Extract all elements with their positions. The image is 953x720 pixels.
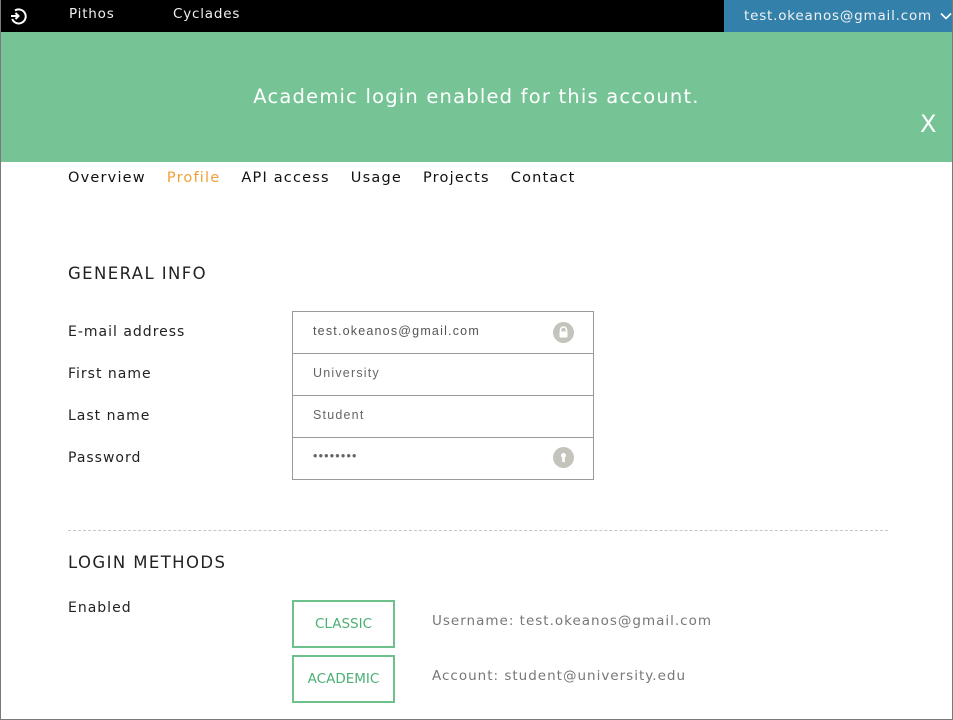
chevron-down-icon: [940, 10, 952, 22]
profile-tabs: Overview Profile API access Usage Projec…: [68, 170, 597, 186]
enabled-label: Enabled: [68, 600, 132, 616]
first-name-field[interactable]: University: [292, 353, 594, 396]
email-field: test.okeanos@gmail.com: [292, 311, 594, 354]
nav-pithos[interactable]: Pithos: [69, 6, 115, 22]
password-field: ••••••••: [292, 437, 594, 480]
user-email: test.okeanos@gmail.com: [744, 8, 932, 24]
tab-projects[interactable]: Projects: [423, 170, 490, 186]
last-name-field[interactable]: Student: [292, 395, 594, 438]
login-methods-heading: LOGIN METHODS: [68, 553, 227, 572]
general-info-heading: GENERAL INFO: [68, 264, 207, 283]
lock-icon: [553, 322, 574, 343]
success-banner: Academic login enabled for this account.…: [0, 32, 953, 162]
email-label: E-mail address: [68, 324, 186, 340]
logout-icon[interactable]: [8, 6, 28, 26]
first-name-value: University: [313, 366, 380, 380]
tab-overview[interactable]: Overview: [68, 170, 146, 186]
password-label: Password: [68, 450, 142, 466]
last-name-label: Last name: [68, 408, 151, 424]
banner-close-button[interactable]: X: [920, 110, 936, 138]
section-divider: [68, 530, 888, 531]
academic-login-button[interactable]: ACADEMIC: [292, 655, 395, 703]
tab-usage[interactable]: Usage: [351, 170, 402, 186]
last-name-value: Student: [313, 408, 365, 422]
academic-login-info: Account: student@university.edu: [432, 668, 687, 684]
nav-cyclades[interactable]: Cyclades: [173, 6, 240, 22]
first-name-label: First name: [68, 366, 152, 382]
password-value: ••••••••: [313, 449, 358, 463]
keyhole-icon[interactable]: [553, 447, 574, 468]
email-value: test.okeanos@gmail.com: [313, 324, 480, 338]
classic-login-button[interactable]: CLASSIC: [292, 600, 395, 648]
tab-contact[interactable]: Contact: [511, 170, 576, 186]
tab-profile[interactable]: Profile: [167, 170, 221, 186]
top-navbar: Pithos Cyclades test.okeanos@gmail.com: [0, 0, 953, 32]
user-menu[interactable]: test.okeanos@gmail.com: [724, 0, 953, 32]
tab-api-access[interactable]: API access: [241, 170, 329, 186]
banner-message: Academic login enabled for this account.: [253, 85, 700, 108]
classic-login-info: Username: test.okeanos@gmail.com: [432, 613, 713, 629]
